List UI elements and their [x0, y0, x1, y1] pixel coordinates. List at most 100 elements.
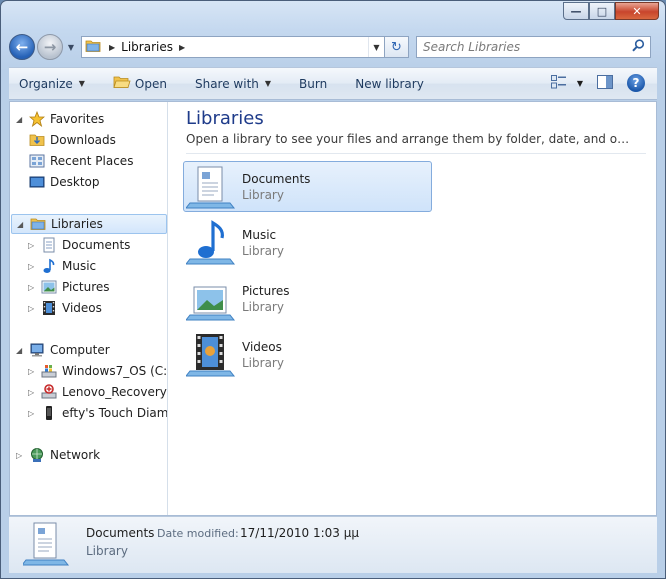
nav-favorites-label: Favorites — [50, 112, 105, 126]
videos-film-icon — [40, 300, 58, 316]
search-icon[interactable] — [632, 38, 650, 56]
nav-libraries-label: Libraries — [51, 217, 103, 231]
breadcrumb-arrow-icon[interactable]: ▶ — [109, 43, 115, 52]
recovery-drive-icon — [40, 384, 58, 400]
libraries-folder-icon — [85, 39, 103, 56]
maximize-button[interactable]: □ — [589, 2, 615, 20]
desktop-icon — [28, 174, 46, 190]
breadcrumb-arrow-icon[interactable]: ▶ — [179, 43, 185, 52]
nav-downloads[interactable]: Downloads — [28, 130, 116, 150]
title-divider — [186, 153, 646, 154]
network-icon — [28, 447, 46, 463]
nav-pictures[interactable]: ▷ Pictures — [28, 277, 110, 297]
downloads-folder-icon — [28, 132, 46, 148]
nav-touch-device[interactable]: ▷ efty's Touch Diamor — [28, 403, 167, 423]
library-type: Library — [242, 187, 284, 202]
details-pane: Documents Date modified: 17/11/2010 1:03… — [9, 516, 657, 573]
recent-places-icon — [28, 153, 46, 169]
new-library-button[interactable]: New library — [355, 77, 424, 91]
library-tile-music[interactable]: Music Library — [183, 217, 432, 268]
refresh-icon: ↻ — [391, 39, 402, 55]
refresh-button[interactable]: ↻ — [385, 36, 409, 58]
nav-music-label: Music — [62, 259, 97, 273]
nav-network-label: Network — [50, 448, 101, 462]
help-button[interactable]: ? — [627, 74, 645, 92]
computer-icon — [28, 342, 46, 358]
new-library-label: New library — [355, 76, 424, 91]
library-type: Library — [242, 355, 284, 370]
expand-triangle-icon[interactable]: ▷ — [28, 262, 40, 271]
open-button[interactable]: Open — [113, 75, 167, 92]
expand-triangle-icon[interactable]: ▷ — [28, 409, 40, 418]
expand-triangle-icon[interactable]: ▷ — [28, 304, 40, 313]
recent-pages-dropdown[interactable]: ▼ — [65, 43, 77, 52]
preview-pane-button[interactable] — [597, 74, 613, 92]
nav-drive-c-label: Windows7_OS (C:) — [62, 364, 168, 378]
page-title: Libraries — [186, 108, 264, 129]
nav-computer[interactable]: ◢ Computer — [16, 340, 110, 360]
library-name: Pictures — [242, 283, 290, 298]
library-tile-videos[interactable]: Videos Library — [183, 329, 432, 380]
nav-recent-places-label: Recent Places — [50, 154, 134, 168]
library-tile-documents[interactable]: Documents Library — [183, 161, 432, 212]
chevron-down-icon: ▼ — [78, 79, 85, 88]
nav-videos[interactable]: ▷ Videos — [28, 298, 102, 318]
navigation-pane: ◢ Favorites Downloads Recent Places Desk… — [10, 102, 168, 515]
view-tiles-icon — [550, 74, 567, 92]
nav-videos-label: Videos — [62, 301, 102, 315]
nav-documents-label: Documents — [62, 238, 131, 252]
nav-drive-c[interactable]: ▷ Windows7_OS (C:) — [28, 361, 168, 381]
burn-button[interactable]: Burn — [299, 77, 327, 91]
nav-desktop[interactable]: Desktop — [28, 172, 100, 192]
library-name: Documents — [242, 171, 311, 186]
collapse-triangle-icon[interactable]: ◢ — [16, 115, 28, 124]
burn-label: Burn — [299, 76, 328, 91]
page-subtitle: Open a library to see your files and arr… — [186, 132, 631, 146]
documents-icon — [40, 237, 58, 253]
open-folder-icon — [113, 75, 131, 92]
expand-triangle-icon[interactable]: ▷ — [28, 388, 40, 397]
details-item-name: Documents — [86, 526, 155, 540]
nav-recent-places[interactable]: Recent Places — [28, 151, 133, 171]
documents-library-icon — [20, 519, 71, 569]
breadcrumb-libraries[interactable]: Libraries — [121, 40, 173, 54]
back-button[interactable]: ← — [9, 34, 35, 60]
star-icon — [28, 111, 46, 127]
library-tile-pictures[interactable]: Pictures Library — [183, 273, 432, 324]
libraries-folder-icon — [29, 216, 47, 232]
library-type: Library — [242, 243, 284, 258]
forward-arrow-icon: → — [43, 38, 57, 56]
address-bar[interactable]: ▶ Libraries ▶ ▼ — [81, 36, 385, 58]
expand-triangle-icon[interactable]: ▷ — [28, 367, 40, 376]
minimize-button[interactable]: — — [563, 2, 589, 20]
expand-triangle-icon[interactable]: ▷ — [16, 451, 28, 460]
organize-button[interactable]: Organize ▼ — [19, 77, 85, 91]
nav-network[interactable]: ▷ Network — [16, 445, 100, 465]
nav-desktop-label: Desktop — [50, 175, 100, 189]
windows-drive-icon — [40, 363, 58, 379]
nav-drive-q[interactable]: ▷ Lenovo_Recovery (Q — [28, 382, 167, 402]
nav-documents[interactable]: ▷ Documents — [28, 235, 130, 255]
nav-favorites[interactable]: ◢ Favorites — [16, 109, 104, 129]
search-input[interactable] — [423, 40, 632, 54]
content-area: ◢ Favorites Downloads Recent Places Desk… — [9, 101, 657, 516]
collapse-triangle-icon[interactable]: ◢ — [17, 220, 29, 229]
command-toolbar: Organize ▼ Open Share with ▼ Burn New li… — [9, 67, 657, 100]
change-view-button[interactable]: ▼ — [550, 74, 583, 92]
expand-triangle-icon[interactable]: ▷ — [28, 283, 40, 292]
share-with-button[interactable]: Share with ▼ — [195, 77, 271, 91]
nav-music[interactable]: ▷ Music — [28, 256, 96, 276]
nav-libraries[interactable]: ◢ Libraries — [11, 214, 167, 234]
music-note-icon — [40, 258, 58, 274]
address-dropdown-icon[interactable]: ▼ — [368, 37, 384, 57]
forward-button[interactable]: → — [37, 34, 63, 60]
close-button[interactable]: ✕ — [615, 2, 659, 20]
collapse-triangle-icon[interactable]: ◢ — [16, 346, 28, 355]
details-date-label: Date modified: — [157, 527, 239, 540]
pictures-library-icon — [184, 275, 238, 323]
open-label: Open — [134, 76, 167, 91]
search-box[interactable] — [416, 36, 651, 58]
expand-triangle-icon[interactable]: ▷ — [28, 241, 40, 250]
pictures-icon — [40, 279, 58, 295]
chevron-down-icon: ▼ — [264, 79, 272, 88]
